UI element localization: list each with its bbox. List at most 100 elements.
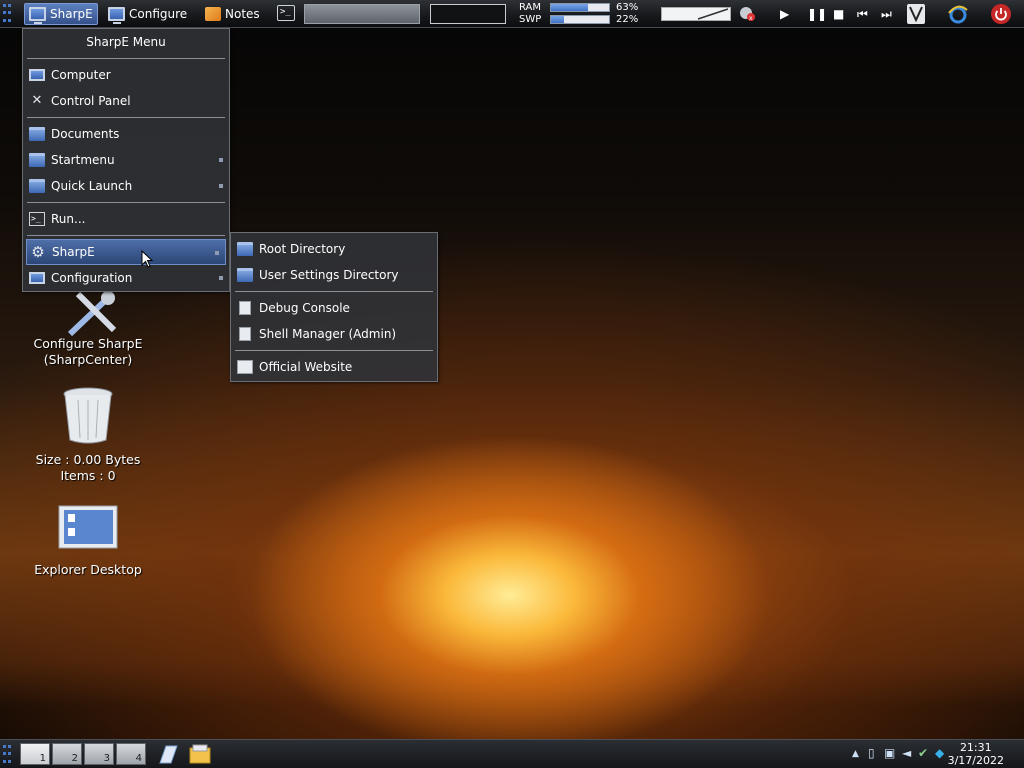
volume-slider-line <box>697 8 729 20</box>
menu-item-label: Configuration <box>51 271 133 285</box>
workspace-2[interactable]: 2 <box>52 743 82 765</box>
submenu-item-user-settings-directory[interactable]: User Settings Directory <box>231 262 437 288</box>
submenu-item-label: Debug Console <box>259 301 350 315</box>
folder-icon <box>29 127 45 141</box>
configure-sharpe-label-line1: Configure SharpE <box>33 336 143 351</box>
submenu-arrow-icon <box>219 184 223 188</box>
power-icon[interactable] <box>991 4 1011 24</box>
sharpe-menu-button[interactable]: SharpE <box>24 3 98 25</box>
winamp-icon[interactable] <box>907 4 925 24</box>
tray-document-icon[interactable]: ▯ <box>868 746 875 760</box>
tray-expand-icon[interactable]: ▲ <box>852 749 859 759</box>
menu-item-label: Startmenu <box>51 153 115 167</box>
menu-separator <box>235 291 433 292</box>
explorer-desktop-label: Explorer Desktop <box>34 562 142 577</box>
internet-explorer-icon[interactable] <box>948 4 968 24</box>
document-icon <box>239 327 251 341</box>
clock-time: 21:31 <box>959 741 992 754</box>
sharpe-submenu: Root Directory User Settings Directory D… <box>230 232 438 382</box>
explorer-desktop-shortcut[interactable]: Explorer Desktop <box>18 504 158 578</box>
configure-button[interactable]: Configure <box>104 3 191 25</box>
tray-network-icon[interactable]: ▣ <box>884 746 895 760</box>
notes-button-label: Notes <box>225 7 260 21</box>
taskbar: 1 2 3 4 ▲ ▯ ▣ ◄ ✔ ◆ 21:31 3/17/2022 <box>0 739 1024 768</box>
tray-volume-muted-icon[interactable]: ◄ <box>902 746 911 760</box>
monitor-icon <box>29 272 45 284</box>
menu-item-computer[interactable]: Computer <box>23 62 229 88</box>
submenu-arrow-icon <box>219 276 223 280</box>
workspace-3[interactable]: 3 <box>84 743 114 765</box>
submenu-item-debug-console[interactable]: Debug Console <box>231 295 437 321</box>
ram-meter <box>550 3 610 12</box>
clock[interactable]: 21:31 3/17/2022 <box>948 741 1004 767</box>
recycle-bin-size: Size : 0.00 Bytes <box>35 452 141 467</box>
workspace-1[interactable]: 1 <box>20 743 50 765</box>
mouse-cursor-icon <box>141 249 154 271</box>
explorer-desktop-icon <box>18 504 158 562</box>
previous-track-icon[interactable]: ⏮ <box>857 6 868 22</box>
notes-icon <box>205 7 221 21</box>
menu-separator <box>27 235 225 236</box>
play-icon[interactable]: ▶ <box>780 6 789 22</box>
pause-icon[interactable]: ❚❚ <box>807 6 827 22</box>
ram-percent: 63% <box>616 2 639 13</box>
next-track-icon[interactable]: ⏭ <box>881 6 892 22</box>
ram-meter-fill <box>551 4 588 11</box>
menu-item-label: Run... <box>51 212 86 226</box>
menu-item-label: Control Panel <box>51 94 131 108</box>
swp-meter-fill <box>551 16 564 23</box>
tray-shield-icon[interactable]: ◆ <box>935 746 944 760</box>
menu-separator <box>27 117 225 118</box>
submenu-arrow-icon <box>219 158 223 162</box>
sharpe-button-label: SharpE <box>50 7 93 21</box>
menu-item-control-panel[interactable]: ✕ Control Panel <box>23 88 229 114</box>
recycle-bin-items: Items : 0 <box>60 468 116 483</box>
swp-meter <box>550 15 610 24</box>
folder-icon <box>29 179 45 193</box>
recycle-bin-shortcut[interactable]: Size : 0.00 Bytes Items : 0 <box>18 386 158 484</box>
address-input[interactable] <box>430 4 506 24</box>
topbar-grip-icon[interactable] <box>3 4 13 24</box>
document-icon <box>239 301 251 315</box>
menu-item-run[interactable]: >_ Run... <box>23 206 229 232</box>
file-explorer-launch-icon[interactable] <box>188 743 212 765</box>
submenu-item-root-directory[interactable]: Root Directory <box>231 236 437 262</box>
menu-separator <box>27 202 225 203</box>
submenu-arrow-icon <box>215 251 219 255</box>
computer-icon <box>29 69 45 81</box>
configure-monitor-icon <box>108 7 125 24</box>
svg-text:x: x <box>749 15 753 22</box>
submenu-item-official-website[interactable]: Official Website <box>231 354 437 380</box>
volume-slider[interactable] <box>661 7 731 21</box>
menu-item-startmenu[interactable]: Startmenu <box>23 147 229 173</box>
terminal-icon[interactable]: >_ <box>277 5 295 21</box>
swp-label: SWP <box>519 14 542 25</box>
notepad-launch-icon[interactable] <box>156 743 180 765</box>
submenu-item-shell-manager[interactable]: Shell Manager (Admin) <box>231 321 437 347</box>
run-icon: >_ <box>29 212 45 226</box>
configure-button-label: Configure <box>129 7 188 21</box>
workspace-4[interactable]: 4 <box>116 743 146 765</box>
taskbar-grip-icon[interactable] <box>3 745 13 765</box>
swp-percent: 22% <box>616 14 639 25</box>
menu-item-configuration[interactable]: Configuration <box>23 265 229 291</box>
top-bar: SharpE Configure Notes >_ RAM SWP 63% 22… <box>0 0 1024 28</box>
menu-separator <box>27 58 225 59</box>
gear-icon: ⚙ <box>31 243 45 261</box>
menu-item-quick-launch[interactable]: Quick Launch <box>23 173 229 199</box>
command-input[interactable] <box>304 4 420 24</box>
clock-date: 3/17/2022 <box>947 754 1004 767</box>
notes-button[interactable]: Notes <box>201 3 264 25</box>
monitor-icon <box>29 7 46 24</box>
folder-icon <box>237 242 253 256</box>
mute-speaker-icon[interactable]: x <box>738 6 756 22</box>
menu-item-label: SharpE <box>52 245 95 259</box>
menu-item-sharpe[interactable]: ⚙ SharpE <box>26 239 226 265</box>
menu-item-documents[interactable]: Documents <box>23 121 229 147</box>
web-page-icon <box>237 360 253 374</box>
submenu-item-label: Shell Manager (Admin) <box>259 327 397 341</box>
tray-safely-remove-icon[interactable]: ✔ <box>918 746 928 760</box>
stop-icon[interactable]: ■ <box>833 6 844 22</box>
folder-icon <box>29 153 45 167</box>
configure-sharpe-shortcut[interactable]: Configure SharpE (SharpCenter) <box>18 284 158 368</box>
